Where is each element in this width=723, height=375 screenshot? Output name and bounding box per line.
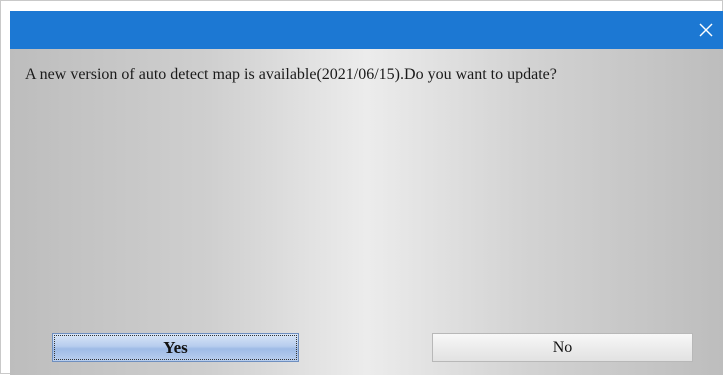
yes-button[interactable]: Yes (52, 333, 299, 362)
title-bar (10, 11, 723, 49)
close-button[interactable] (695, 19, 717, 41)
update-dialog: A new version of auto detect map is avai… (0, 0, 723, 375)
dialog-body: A new version of auto detect map is avai… (10, 49, 723, 375)
close-icon (699, 23, 713, 37)
update-message: A new version of auto detect map is avai… (25, 66, 557, 83)
no-button[interactable]: No (432, 333, 693, 362)
